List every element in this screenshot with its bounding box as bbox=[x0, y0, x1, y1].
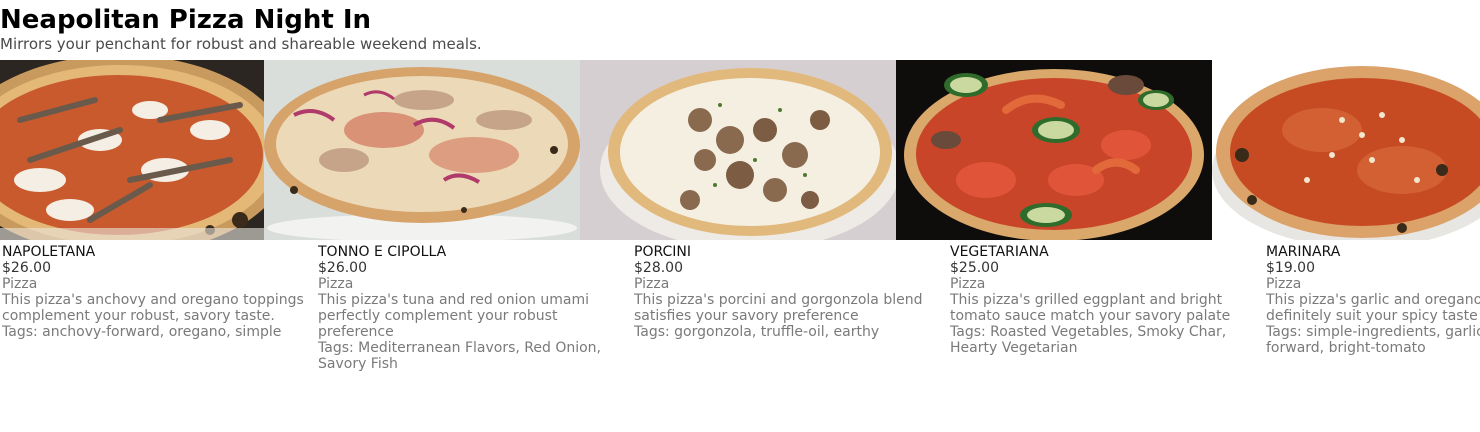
pizza-photo-porcini[interactable] bbox=[580, 60, 896, 240]
item-price: $19.00 bbox=[1266, 260, 1315, 276]
photo-carousel[interactable] bbox=[0, 60, 1480, 240]
pizza-photo-marinara[interactable] bbox=[1212, 60, 1480, 240]
menu-card-napoletana[interactable]: NAPOLETANA $26.00 Pizza This pizza's anc… bbox=[2, 244, 306, 340]
item-category: Pizza bbox=[1266, 276, 1302, 292]
item-price: $26.00 bbox=[2, 260, 51, 276]
menu-card-tonno-e-cipolla[interactable]: TONNO E CIPOLLA $26.00 Pizza This pizza'… bbox=[318, 244, 622, 372]
item-category: Pizza bbox=[2, 276, 38, 292]
pizza-photo-vegetariana[interactable] bbox=[896, 60, 1212, 240]
item-category: Pizza bbox=[950, 276, 986, 292]
item-name: PORCINI bbox=[634, 244, 691, 260]
menu-card-porcini[interactable]: PORCINI $28.00 Pizza This pizza's porcin… bbox=[634, 244, 924, 340]
page-subtitle: Mirrors your penchant for robust and sha… bbox=[0, 35, 482, 53]
item-name: MARINARA bbox=[1266, 244, 1341, 260]
item-description: This pizza's anchovy and oregano topping… bbox=[2, 292, 304, 324]
item-tags: Tags: gorgonzola, truffle-oil, earthy bbox=[634, 324, 880, 340]
item-category: Pizza bbox=[318, 276, 354, 292]
item-tags: Tags: simple-ingredients, garlic-forward… bbox=[1266, 324, 1480, 356]
item-tags: Tags: Roasted Vegetables, Smoky Char, He… bbox=[950, 324, 1227, 356]
menu-card-marinara[interactable]: MARINARA $19.00 Pizza This pizza's garli… bbox=[1266, 244, 1480, 356]
item-price: $28.00 bbox=[634, 260, 683, 276]
item-name: TONNO E CIPOLLA bbox=[318, 244, 447, 260]
item-tags: Tags: Mediterranean Flavors, Red Onion, … bbox=[318, 340, 602, 372]
pizza-photo-tonno-e-cipolla[interactable] bbox=[264, 60, 580, 240]
item-price: $25.00 bbox=[950, 260, 999, 276]
item-category: Pizza bbox=[634, 276, 670, 292]
item-name: VEGETARIANA bbox=[950, 244, 1049, 260]
pizza-recommendations-page: Neapolitan Pizza Night In Mirrors your p… bbox=[0, 0, 1480, 432]
pizza-photo-napoletana[interactable] bbox=[0, 60, 264, 240]
menu-card-vegetariana[interactable]: VEGETARIANA $25.00 Pizza This pizza's gr… bbox=[950, 244, 1240, 356]
item-description: This pizza's grilled eggplant and bright… bbox=[950, 292, 1231, 324]
item-tags: Tags: anchovy-forward, oregano, simple bbox=[2, 324, 282, 340]
item-description: This pizza's tuna and red onion umami pe… bbox=[318, 292, 589, 340]
item-name: NAPOLETANA bbox=[2, 244, 96, 260]
item-description: This pizza's garlic and oregano definite… bbox=[1266, 292, 1480, 324]
item-price: $26.00 bbox=[318, 260, 367, 276]
page-title: Neapolitan Pizza Night In bbox=[0, 5, 372, 35]
item-description: This pizza's porcini and gorgonzola blen… bbox=[634, 292, 923, 324]
